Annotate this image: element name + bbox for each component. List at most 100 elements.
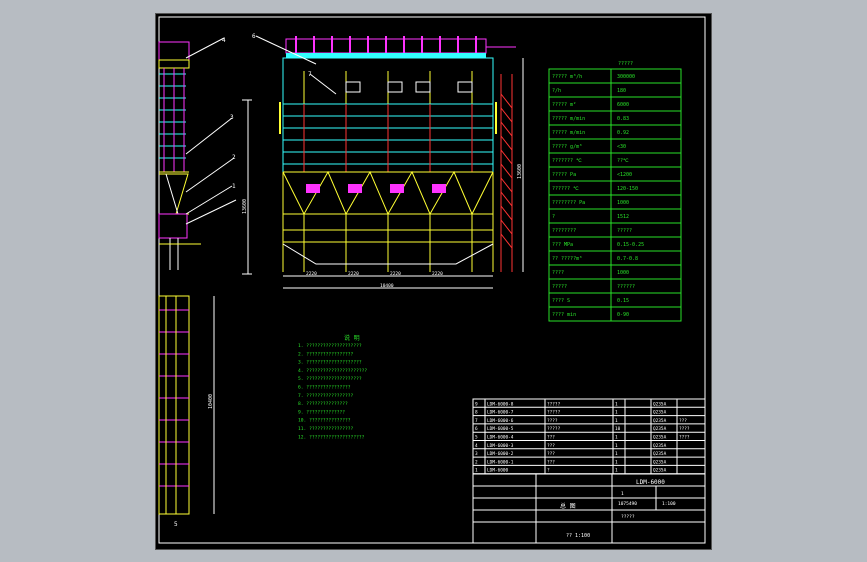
note-line: 12. ???????????????????? <box>298 434 365 440</box>
bom-cell: 8 <box>475 410 478 416</box>
bom-cell: ????? <box>547 426 561 432</box>
bom-cell: ??? <box>547 443 555 449</box>
note-line: 1. ???????????????????? <box>298 343 362 349</box>
param-label: ????? m³/h <box>552 74 582 80</box>
parameter-table: ????? ????? m³/h 300000 ?/h 180 ????? m² 6000… <box>548 61 682 322</box>
bom-cell: Q235A <box>653 435 667 441</box>
param-label: ?????? ℃ <box>552 186 579 192</box>
bom-cell: 1 <box>615 435 618 441</box>
param-value: <1200 <box>617 172 632 178</box>
param-label: ???????? Pa <box>552 200 585 206</box>
note-line: 11. ???????????????? <box>298 426 354 432</box>
notes-title: 说 明 <box>344 334 360 342</box>
param-label: ?? ?????m³ <box>552 256 582 262</box>
note-line: 10. ??????????????? <box>298 418 351 424</box>
bom-cell: 7 <box>475 418 478 424</box>
bom-cell: Q235A <box>653 468 667 474</box>
param-label: ????? m² <box>552 102 576 108</box>
bom-cell: ? <box>547 468 550 474</box>
bom-cell: 1 <box>615 451 618 457</box>
param-value: 1512 <box>617 214 629 220</box>
param-label: ????? <box>552 284 567 290</box>
bom-cell: ??? <box>679 418 687 424</box>
note-line: 3. ???????????????????? <box>298 360 362 366</box>
param-value: 0.15 <box>617 298 629 304</box>
param-value: 6000 <box>617 102 629 108</box>
title-scale: 1:100 <box>662 501 676 507</box>
param-value: 120-150 <box>617 186 638 192</box>
bom-cell: 4 <box>475 443 478 449</box>
title-name: 总 图 <box>560 502 576 510</box>
bay-dim-4: 2220 <box>432 271 443 277</box>
plan-view: 10400 5 <box>158 295 215 528</box>
bom-cell: Q235A <box>653 426 667 432</box>
bom-cell: LDM-6000-4 <box>487 435 514 441</box>
bom-cell: ??? <box>547 435 555 441</box>
bom-cell: ??? <box>547 451 555 457</box>
title-footer: ?? 1:100 <box>566 533 590 539</box>
side-view: 4 3 2 1 13600 <box>158 37 252 275</box>
bay-dim-1: 2220 <box>306 271 317 277</box>
bom-cell: 1 <box>475 468 478 474</box>
note-line: 7. ????????????????? <box>298 393 354 399</box>
bom-cell: 3 <box>475 451 478 457</box>
note-line: 9. ?????????????? <box>298 409 345 415</box>
technical-notes: 说 明 1. ???????????????????? 2. ??????????… <box>298 334 367 440</box>
param-label: ????? g/m³ <box>552 144 582 150</box>
front-height-dim: 13600 <box>517 164 523 179</box>
param-value: 180 <box>617 88 626 94</box>
param-value: 0.92 <box>617 130 629 136</box>
note-line: 2. ????????????????? <box>298 351 354 357</box>
bom-cell: 6 <box>475 426 478 432</box>
param-label: ???? min <box>552 312 576 318</box>
side-callout-4: 4 <box>222 37 226 44</box>
bom-cell: LDM-6000-3 <box>487 443 514 449</box>
cad-drawing: 4 3 2 1 13600 6 7 13600 2220 2220 2220 2… <box>158 16 706 544</box>
plan-dim: 10400 <box>208 394 214 409</box>
note-line: 8. ??????????????? <box>298 401 348 407</box>
bom-cell: 1 <box>615 401 618 407</box>
param-value: 1000 <box>617 270 629 276</box>
param-value: 300000 <box>617 74 635 80</box>
bom-cell: ??? <box>547 459 555 465</box>
note-line: 4. ?????????????????????? <box>298 368 367 374</box>
drawing-sheet: 4 3 2 1 13600 6 7 13600 2220 2220 2220 2… <box>155 13 712 550</box>
bom-cell: 10 <box>615 426 621 432</box>
param-label: ?/h <box>552 88 561 94</box>
side-callout-3: 3 <box>230 114 234 121</box>
bay-dim-3: 2220 <box>390 271 401 277</box>
bom-cell: Q235A <box>653 451 667 457</box>
drawing-border <box>158 16 706 544</box>
title-drawing-no: LDM-6000 <box>636 479 665 486</box>
bom-cell: ????? <box>547 410 561 416</box>
front-callout-7: 7 <box>308 71 312 78</box>
bom-cell: 1 <box>615 468 618 474</box>
side-callout-1: 1 <box>232 183 236 190</box>
side-height-dim: 13600 <box>242 199 248 214</box>
bom-cell: LDM-6000-8 <box>487 401 514 407</box>
bom-cell: ???? <box>679 435 690 441</box>
note-line: 5. ???????????????????? <box>298 376 362 382</box>
bom-cell: LDM-6000-7 <box>487 410 514 416</box>
param-value: <30 <box>617 144 626 150</box>
param-value: 0-90 <box>617 312 629 318</box>
param-label: ??????? ℃ <box>552 158 582 164</box>
title-company: ????? <box>621 514 635 520</box>
bom-cell: Q235A <box>653 459 667 465</box>
bom-cell: LDM-6000-5 <box>487 426 514 432</box>
param-label: ???? S <box>552 298 570 304</box>
param-label: ????? Pa <box>552 172 576 178</box>
bom-cell: 1 <box>615 443 618 449</box>
param-value: ????? <box>617 228 632 234</box>
param-label: ????? m/min <box>552 116 585 122</box>
side-callout-2: 2 <box>232 154 236 161</box>
bom-cell: 1 <box>615 459 618 465</box>
bom-cell: LDM-6000 <box>487 468 509 474</box>
bom-cell: 1 <box>615 418 618 424</box>
param-value: ??℃ <box>617 158 629 164</box>
front-total-dim: 10400 <box>380 283 394 289</box>
param-value: 1000 <box>617 200 629 206</box>
bill-of-materials: 9 LDM-6000-8????? 1 Q235A 8 LDM-6000-7????? 1 Q… <box>472 398 706 475</box>
bom-cell: LDM-6000-6 <box>487 418 514 424</box>
bom-cell: ???? <box>547 418 558 424</box>
